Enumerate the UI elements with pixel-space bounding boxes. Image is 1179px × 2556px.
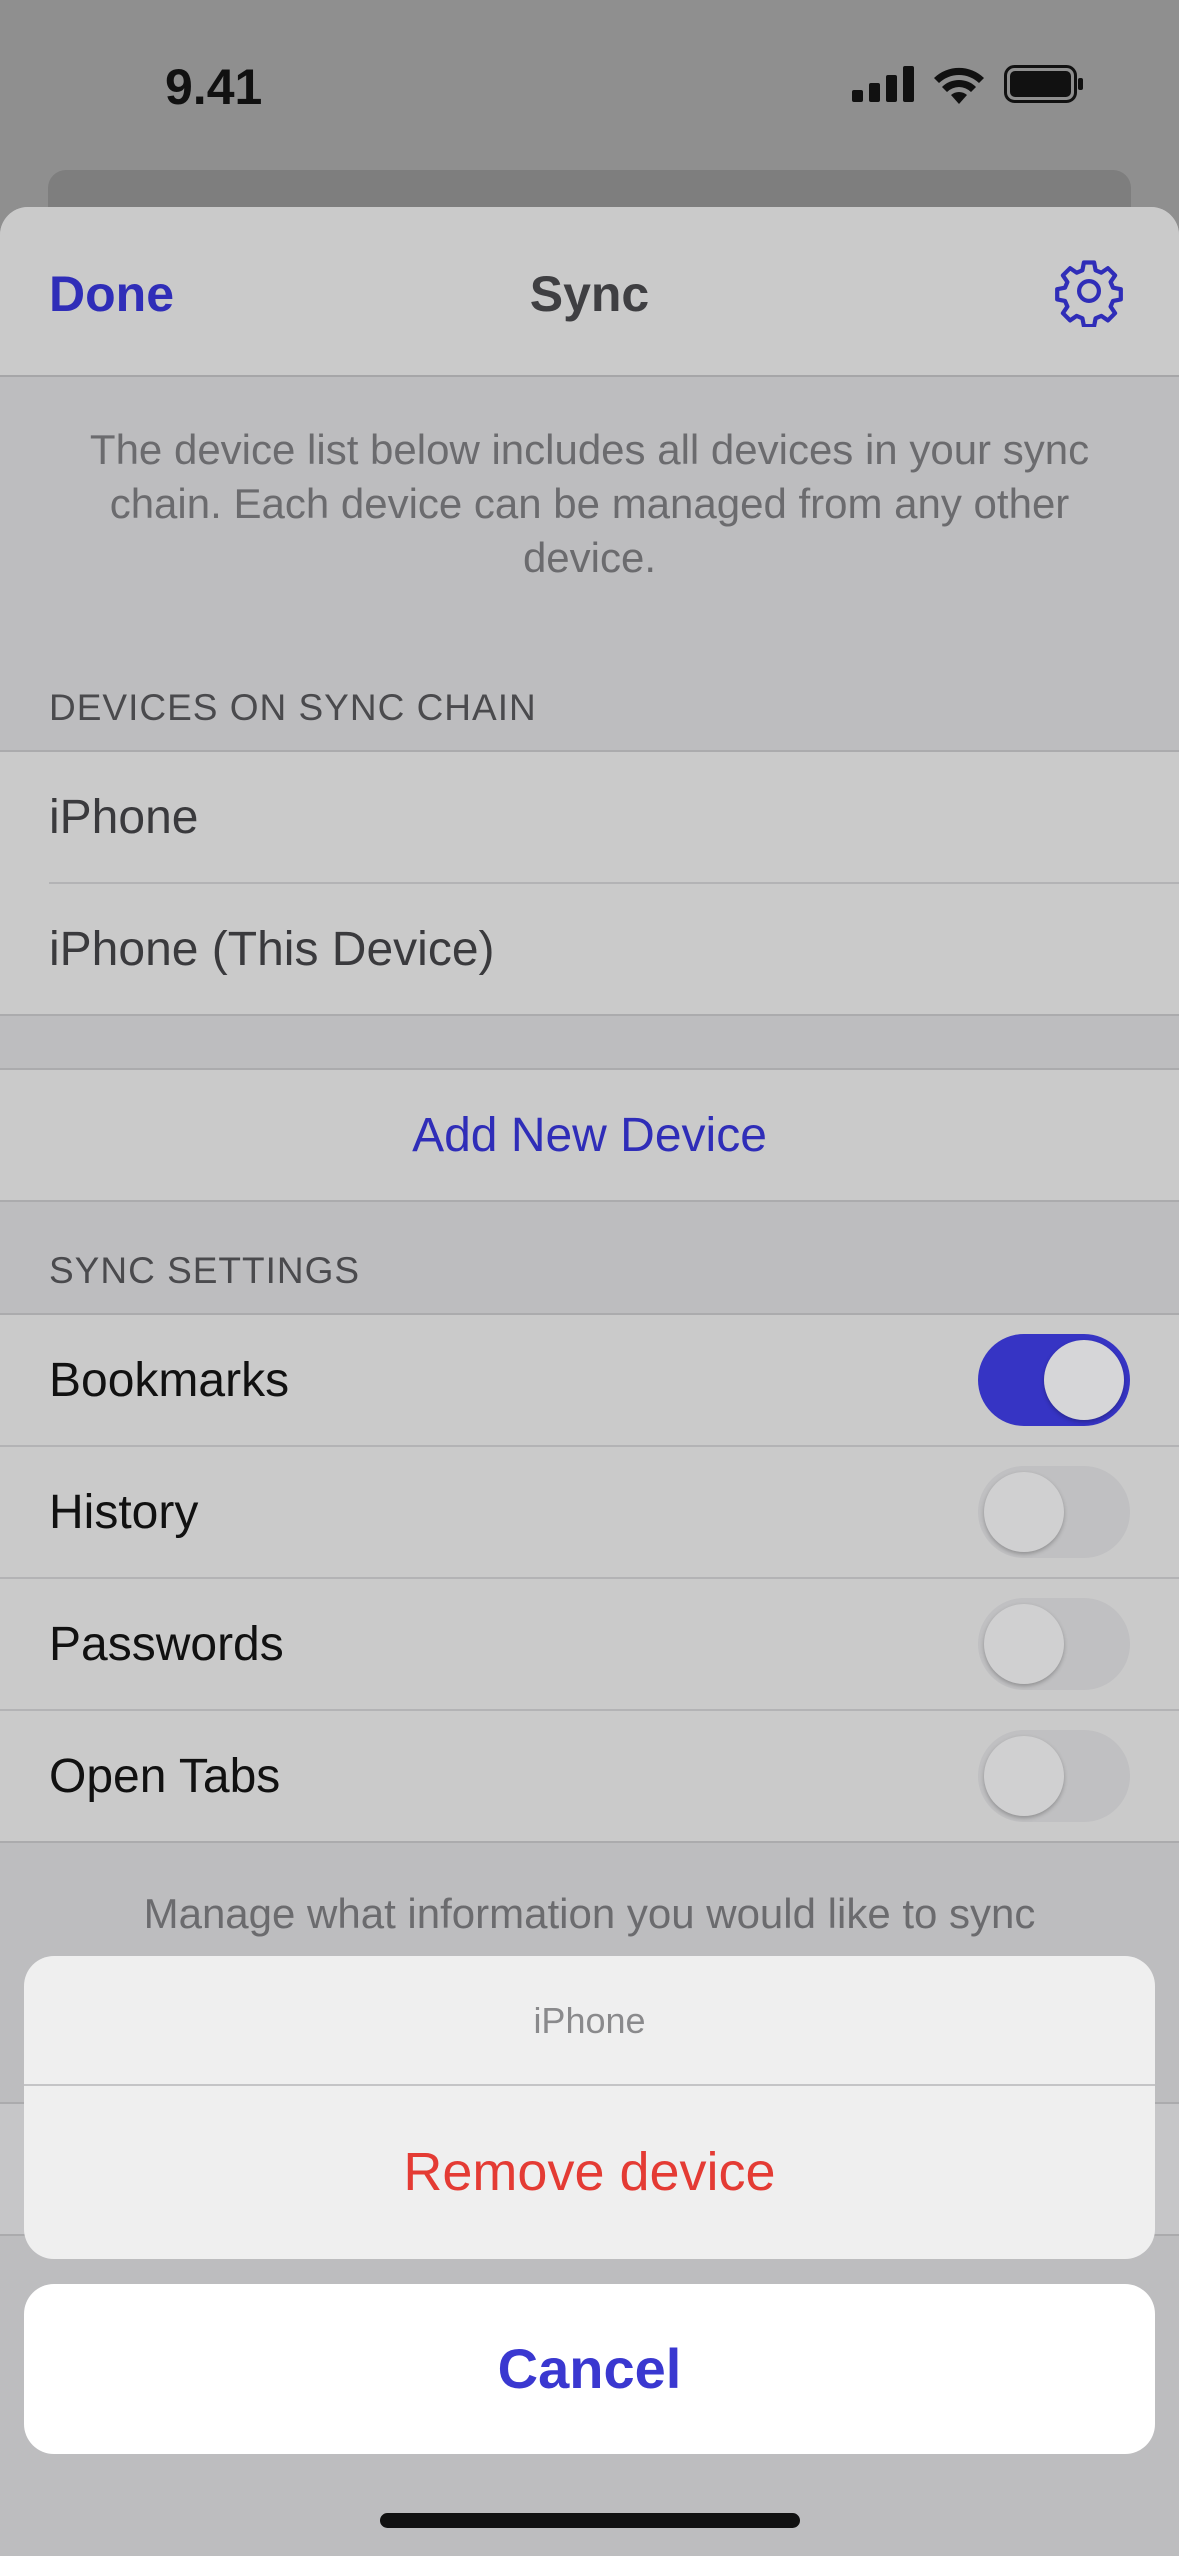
home-indicator[interactable]	[380, 2513, 800, 2528]
setting-label: History	[49, 1485, 199, 1539]
gear-icon[interactable]	[1053, 255, 1125, 327]
setting-label: Bookmarks	[49, 1353, 290, 1407]
sync-settings-footer: Manage what information you would like t…	[143, 1890, 1036, 1937]
add-new-device-button[interactable]: Add New Device	[0, 1108, 1179, 1163]
sync-settings-header: SYNC SETTINGS	[49, 1250, 361, 1291]
wifi-icon	[934, 67, 984, 104]
cellular-signal-icon	[852, 66, 914, 102]
add-device-row[interactable]: Add New Device	[0, 1070, 1179, 1200]
devices-list: iPhone iPhone (This Device)	[0, 750, 1179, 1016]
device-label: iPhone	[49, 790, 199, 844]
passwords-toggle[interactable]	[978, 1598, 1130, 1690]
device-label: iPhone (This Device)	[49, 922, 495, 976]
toggle-knob	[984, 1736, 1064, 1816]
status-icons	[852, 64, 1084, 104]
battery-icon	[1004, 65, 1083, 103]
action-sheet-title: iPhone	[24, 1956, 1155, 2086]
status-bar: 9.41	[0, 0, 1179, 170]
toggle-knob	[984, 1472, 1064, 1552]
toggle-knob	[1044, 1340, 1124, 1420]
bookmarks-toggle[interactable]	[978, 1334, 1130, 1426]
sync-settings-list: Bookmarks History Passwords Open Tabs	[0, 1313, 1179, 1843]
device-row[interactable]: iPhone	[0, 752, 1179, 882]
nav-bar: Done Sync	[0, 207, 1179, 377]
history-toggle[interactable]	[978, 1466, 1130, 1558]
action-sheet: iPhone Remove device	[24, 1956, 1155, 2259]
devices-section-header: DEVICES ON SYNC CHAIN	[49, 687, 537, 728]
device-row[interactable]: iPhone (This Device)	[0, 884, 1179, 1014]
toggle-knob	[984, 1604, 1064, 1684]
setting-label: Passwords	[49, 1617, 284, 1671]
add-device-group: Add New Device	[0, 1068, 1179, 1202]
open-tabs-toggle[interactable]	[978, 1730, 1130, 1822]
page-title: Sync	[529, 266, 650, 322]
remove-device-button[interactable]: Remove device	[24, 2086, 1155, 2259]
sync-setting-open-tabs: Open Tabs	[0, 1709, 1179, 1841]
sync-description: The device list below includes all devic…	[89, 426, 1090, 581]
sync-setting-history: History	[0, 1445, 1179, 1577]
status-time: 9.41	[165, 59, 263, 115]
setting-label: Open Tabs	[49, 1749, 281, 1803]
cancel-button[interactable]: Cancel	[24, 2284, 1155, 2454]
sync-setting-bookmarks: Bookmarks	[0, 1315, 1179, 1445]
sync-setting-passwords: Passwords	[0, 1577, 1179, 1709]
